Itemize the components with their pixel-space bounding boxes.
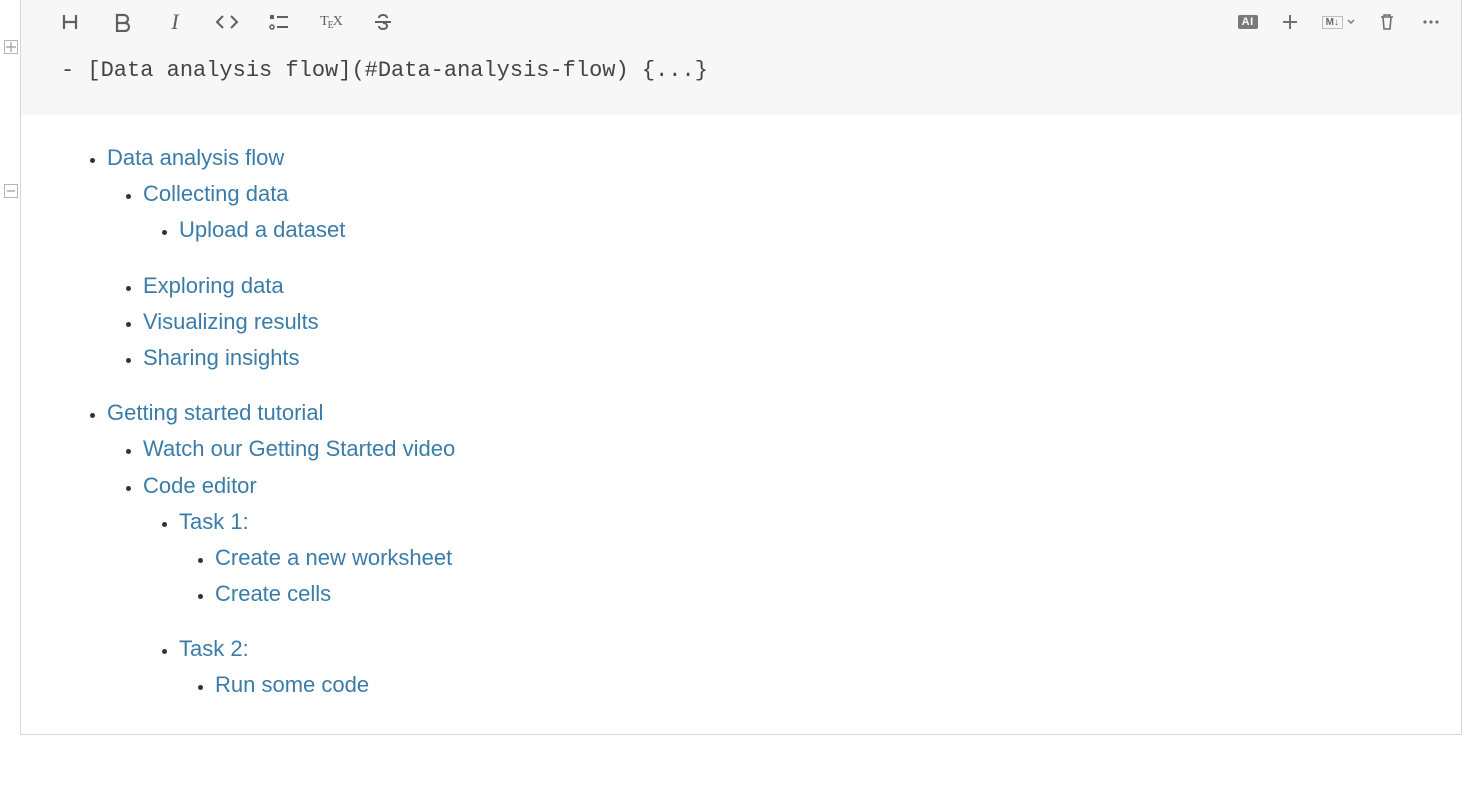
bold-button[interactable] <box>111 10 135 34</box>
toc-sublist: Run some code <box>179 667 1421 702</box>
toc-sublist: Task 1: Create a new worksheet Create cell… <box>143 504 1421 703</box>
code-button[interactable] <box>215 10 239 34</box>
toc-item: Visualizing results <box>143 304 1421 339</box>
toolbar-left: I TEX <box>59 10 395 34</box>
toc-link[interactable]: Code editor <box>143 473 257 498</box>
toc-link[interactable]: Create cells <box>215 581 331 606</box>
toc-item: Run some code <box>215 667 1421 702</box>
toc-item: Task 2: Run some code <box>179 631 1421 702</box>
toc-item: Exploring data <box>143 268 1421 303</box>
italic-button[interactable]: I <box>163 10 187 34</box>
notebook-cell-container: I TEX <box>20 0 1462 735</box>
toc-item: Create cells <box>215 576 1421 611</box>
collapse-cell-icon[interactable] <box>4 184 18 198</box>
toolbar-right: AI M↓ <box>1238 10 1443 34</box>
toc-item: Watch our Getting Started video <box>143 431 1421 466</box>
more-button[interactable] <box>1419 10 1443 34</box>
rendered-markdown-cell: Data analysis flow Collecting data Upload … <box>21 115 1461 734</box>
toc-sublist: Collecting data Upload a dataset Exploring… <box>107 176 1421 375</box>
add-cell-icon[interactable] <box>4 40 18 54</box>
toc-link[interactable]: Upload a dataset <box>179 217 345 242</box>
toc-link[interactable]: Getting started tutorial <box>107 400 323 425</box>
toc-link[interactable]: Exploring data <box>143 273 284 298</box>
toc-item: Sharing insights <box>143 340 1421 375</box>
toc-link[interactable]: Data analysis flow <box>107 145 284 170</box>
markdown-edit-cell: I TEX <box>21 0 1461 115</box>
toc-item: Code editor Task 1: Create a new worksheet… <box>143 468 1421 703</box>
chevron-down-icon <box>1347 18 1355 26</box>
toc-item: Data analysis flow Collecting data Upload … <box>107 140 1421 375</box>
toc-link[interactable]: Watch our Getting Started video <box>143 436 455 461</box>
toc-link[interactable]: Task 2: <box>179 636 249 661</box>
strikethrough-button[interactable] <box>371 10 395 34</box>
toc-item: Upload a dataset <box>179 212 1421 247</box>
toc-link[interactable]: Run some code <box>215 672 369 697</box>
latex-button[interactable]: TEX <box>319 10 343 34</box>
list-spacer <box>107 376 1421 394</box>
toc-link[interactable]: Visualizing results <box>143 309 319 334</box>
gutter <box>1 0 21 198</box>
list-spacer <box>143 249 1421 267</box>
toc-item: Task 1: Create a new worksheet Create cell… <box>179 504 1421 612</box>
cell-type-dropdown[interactable]: M↓ <box>1322 16 1355 29</box>
ai-button[interactable]: AI <box>1238 15 1258 29</box>
toc-link[interactable]: Collecting data <box>143 181 289 206</box>
insert-button[interactable] <box>1278 10 1302 34</box>
toc-item: Create a new worksheet <box>215 540 1421 575</box>
list-spacer <box>179 612 1421 630</box>
toc-sublist: Watch our Getting Started video Code edit… <box>107 431 1421 702</box>
toc-sublist: Create a new worksheet Create cells <box>179 540 1421 611</box>
heading-button[interactable] <box>59 10 83 34</box>
delete-button[interactable] <box>1375 10 1399 34</box>
toc-link[interactable]: Create a new worksheet <box>215 545 452 570</box>
list-button[interactable] <box>267 10 291 34</box>
markdown-source-editor[interactable]: - [Data analysis flow](#Data-analysis-fl… <box>21 36 1461 115</box>
toc-sublist: Upload a dataset <box>143 212 1421 247</box>
toc-link[interactable]: Sharing insights <box>143 345 300 370</box>
cell-toolbar: I TEX <box>21 0 1461 36</box>
toc-item: Getting started tutorial Watch our Gettin… <box>107 395 1421 703</box>
toc-link[interactable]: Task 1: <box>179 509 249 534</box>
toc-list: Data analysis flow Collecting data Upload … <box>85 140 1421 703</box>
toc-item: Collecting data Upload a dataset <box>143 176 1421 247</box>
